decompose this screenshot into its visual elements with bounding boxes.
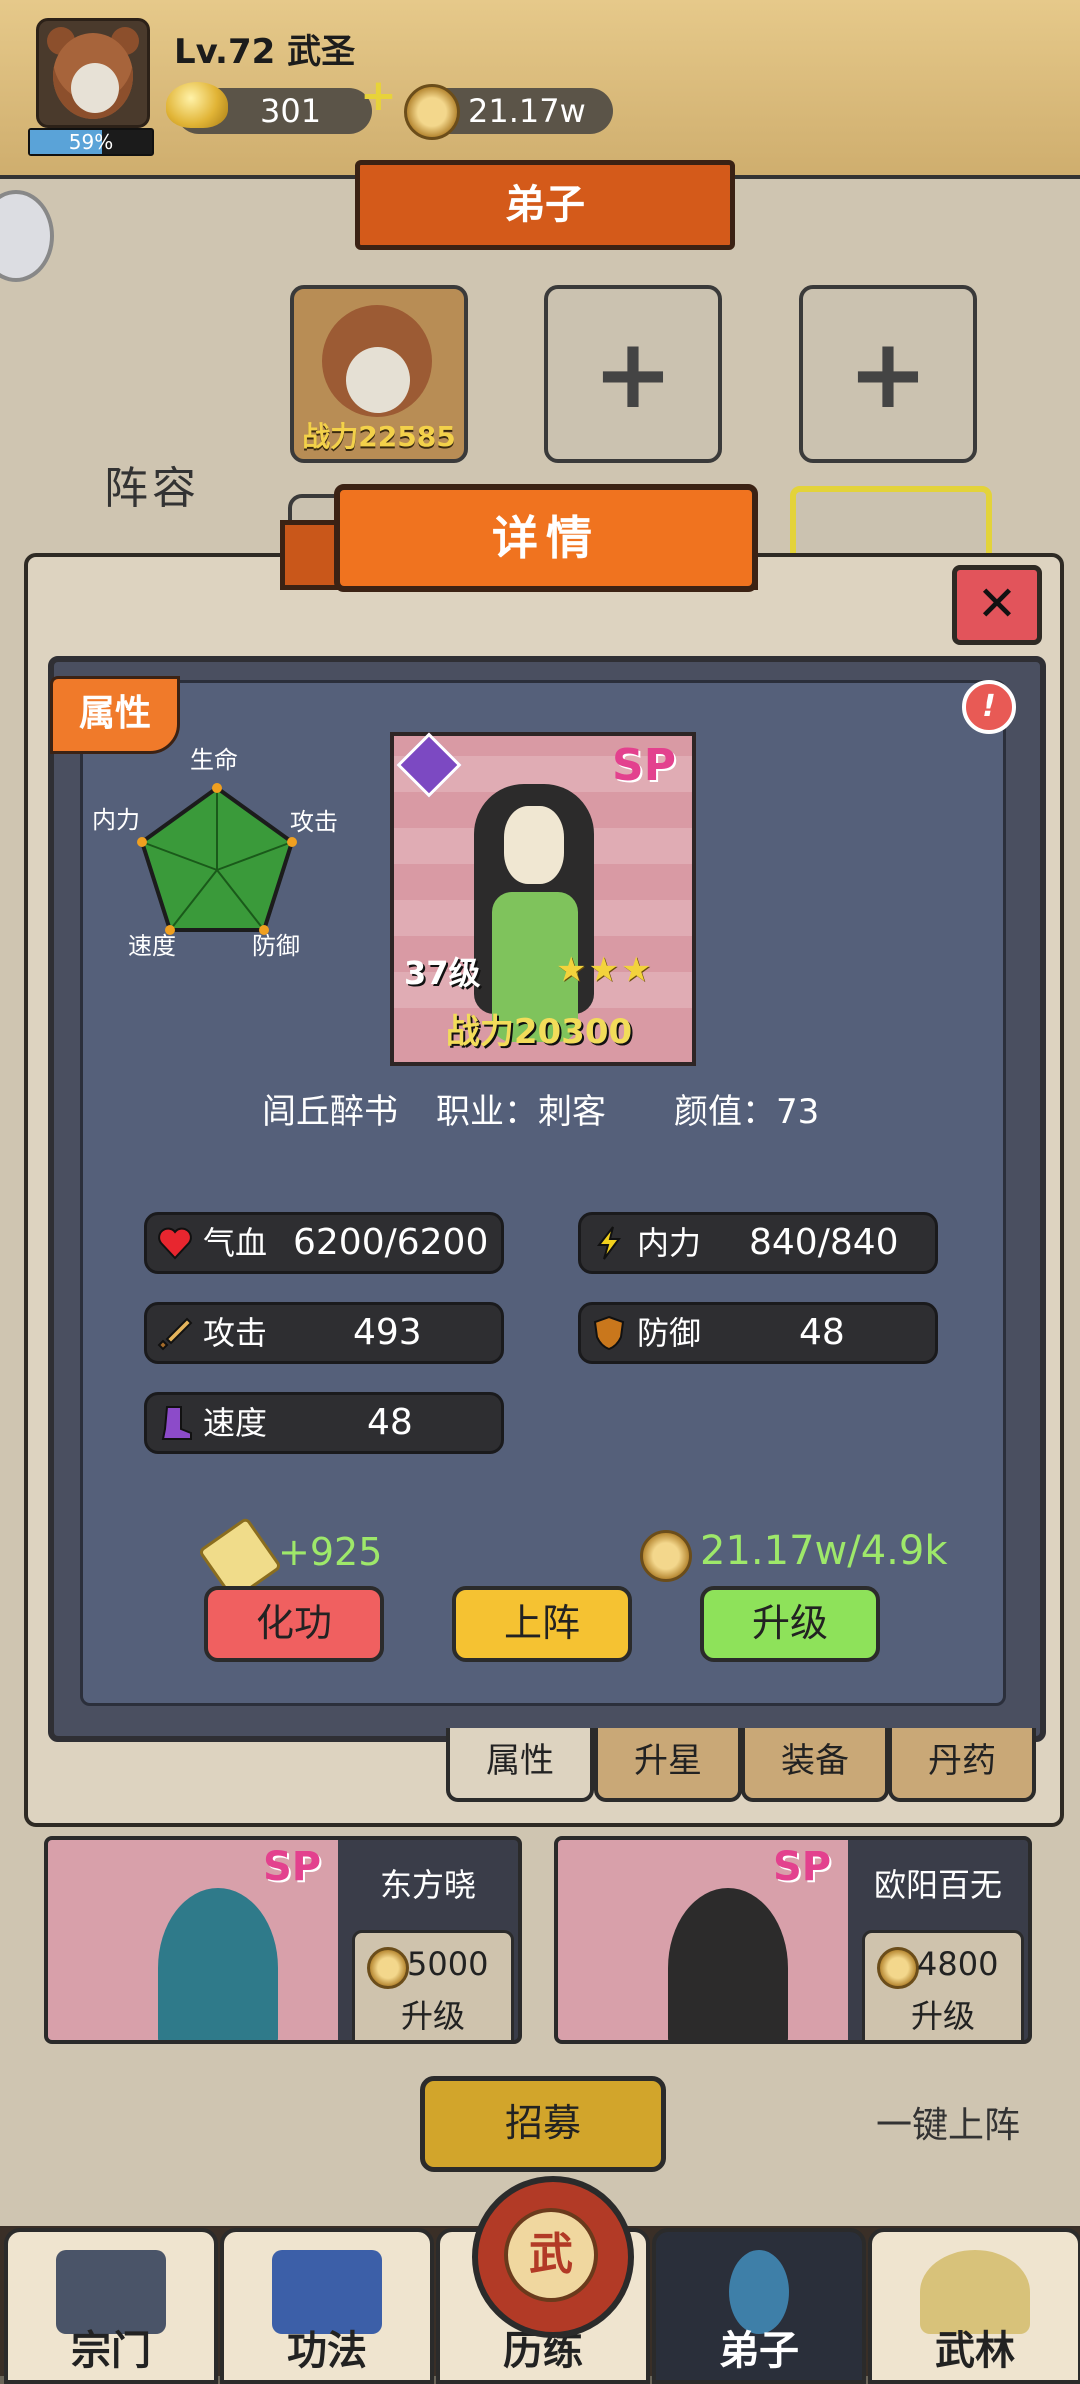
stat-speed-value: 48 <box>367 1402 413 1443</box>
stat-mp: 内力 840/840 <box>578 1212 938 1274</box>
modal-title: 详情 <box>334 484 758 592</box>
exp-gain: +925 <box>278 1530 383 1574</box>
stat-attack-value: 493 <box>353 1312 422 1353</box>
stat-mp-label: 内力 <box>637 1224 702 1262</box>
stat-defense-label: 防御 <box>637 1314 702 1352</box>
xp-percent: 59% <box>68 130 114 154</box>
boot-icon <box>161 1406 192 1440</box>
stat-defense-value: 48 <box>799 1312 845 1353</box>
character-power: 战力20300 <box>445 1012 633 1052</box>
roster-card[interactable]: SP 东方晓 5000 升级 <box>44 1836 522 2044</box>
radar-label-spd: 速度 <box>128 932 176 960</box>
rarity-badge: SP <box>612 740 676 791</box>
lightning-icon <box>596 1226 621 1260</box>
roster-upgrade-button[interactable]: 5000 升级 <box>352 1930 514 2040</box>
one-key-deploy-button[interactable]: 一键上阵 <box>876 2096 1020 2148</box>
radar-label-def: 防御 <box>252 932 300 960</box>
nav-martial-world-label: 武林 <box>935 2328 1015 2374</box>
roster-name: 欧阳百无 <box>873 1866 1002 1904</box>
tab-pills[interactable]: 丹药 <box>888 1728 1036 1802</box>
lineup-label: 阵容 <box>104 463 200 514</box>
nav-disciples[interactable]: 弟子 <box>652 2228 866 2384</box>
page-title: 弟子 <box>355 160 735 250</box>
player-avatar[interactable] <box>36 18 150 128</box>
refine-button[interactable]: 化功 <box>204 1586 384 1662</box>
plus-icon: + <box>847 318 929 430</box>
player-level-title: Lv.72 武圣 <box>174 32 356 72</box>
star-rating: ★★★ <box>556 950 654 990</box>
coin-icon <box>640 1530 692 1582</box>
tab-equipment[interactable]: 装备 <box>741 1728 889 1802</box>
slot-power: 战力22585 <box>302 420 456 453</box>
character-level: 37级 <box>404 954 481 992</box>
stat-mp-value: 840/840 <box>749 1222 899 1263</box>
radar-label-atk: 攻击 <box>290 808 338 836</box>
nav-skills-label: 功法 <box>287 2328 367 2374</box>
heart-icon <box>158 1227 192 1260</box>
character-profession: 职业：刺客 <box>436 1092 606 1132</box>
roster-portrait <box>158 1888 278 2040</box>
character-name: 闾丘醉书 <box>262 1092 398 1132</box>
roster-price: 5000 <box>407 1945 489 1983</box>
close-button[interactable]: ✕ <box>952 565 1042 645</box>
lineup-slot-empty[interactable]: + <box>544 285 722 463</box>
lineup-slot-empty[interactable]: + <box>799 285 977 463</box>
radar-label-mp: 内力 <box>92 806 140 834</box>
coin-counter: 21.17w <box>404 84 613 140</box>
coin-icon <box>367 1947 409 1989</box>
roster-upgrade-label: 升级 <box>910 1997 975 2035</box>
roster-price: 4800 <box>917 1945 999 1983</box>
radar-label-hp: 生命 <box>190 746 238 774</box>
stat-speed: 速度 48 <box>144 1392 504 1454</box>
roster-upgrade-button[interactable]: 4800 升级 <box>862 1930 1024 2040</box>
stat-speed-label: 速度 <box>203 1404 268 1442</box>
rarity-badge: SP <box>263 1844 322 1890</box>
gold-value: 301 <box>260 92 322 130</box>
roster-portrait <box>668 1888 788 2040</box>
rarity-badge: SP <box>773 1844 832 1890</box>
add-gold-button[interactable]: + <box>360 70 397 121</box>
nav-sect-label: 宗门 <box>71 2328 151 2374</box>
stat-hp: 气血 6200/6200 <box>144 1212 504 1274</box>
recruit-button[interactable]: 招募 <box>420 2076 666 2172</box>
roster-name: 东方晓 <box>379 1866 476 1904</box>
nav-skills[interactable]: 功法 <box>220 2228 434 2384</box>
coin-value: 21.17w <box>468 92 586 130</box>
plus-icon: + <box>592 318 674 430</box>
roster-upgrade-label: 升级 <box>400 1997 465 2035</box>
drum-icon[interactable]: 武 <box>472 2176 634 2338</box>
nav-sect[interactable]: 宗门 <box>4 2228 218 2384</box>
character-appearance: 颜值：73 <box>674 1092 820 1132</box>
nav-martial-world[interactable]: 武林 <box>868 2228 1080 2384</box>
sword-icon <box>157 1317 193 1351</box>
gold-ingot-icon <box>166 82 228 128</box>
xp-bar: 59% <box>28 128 154 156</box>
lineup-slot-1[interactable]: 战力22585 <box>290 285 468 463</box>
info-icon[interactable]: ! <box>962 680 1016 734</box>
stat-hp-label: 气血 <box>203 1224 268 1262</box>
nav-disciples-label: 弟子 <box>719 2328 799 2374</box>
coin-icon <box>877 1947 919 1989</box>
upgrade-button[interactable]: 升级 <box>700 1586 880 1662</box>
stat-attack: 攻击 493 <box>144 1302 504 1364</box>
stat-defense: 防御 48 <box>578 1302 938 1364</box>
stat-attack-label: 攻击 <box>203 1314 268 1352</box>
deploy-button[interactable]: 上阵 <box>452 1586 632 1662</box>
tab-upgrade-star[interactable]: 升星 <box>594 1728 742 1802</box>
drum-char: 武 <box>504 2208 598 2302</box>
roster-card[interactable]: SP 欧阳百无 4800 升级 <box>554 1836 1032 2044</box>
shield-icon <box>593 1315 625 1351</box>
upgrade-cost: 21.17w/4.9k <box>700 1528 948 1574</box>
tab-attributes[interactable]: 属性 <box>446 1728 594 1802</box>
stat-hp-value: 6200/6200 <box>293 1222 489 1263</box>
coin-icon <box>404 84 460 140</box>
gold-counter: 301 <box>166 82 372 134</box>
close-icon: ✕ <box>976 576 1018 632</box>
